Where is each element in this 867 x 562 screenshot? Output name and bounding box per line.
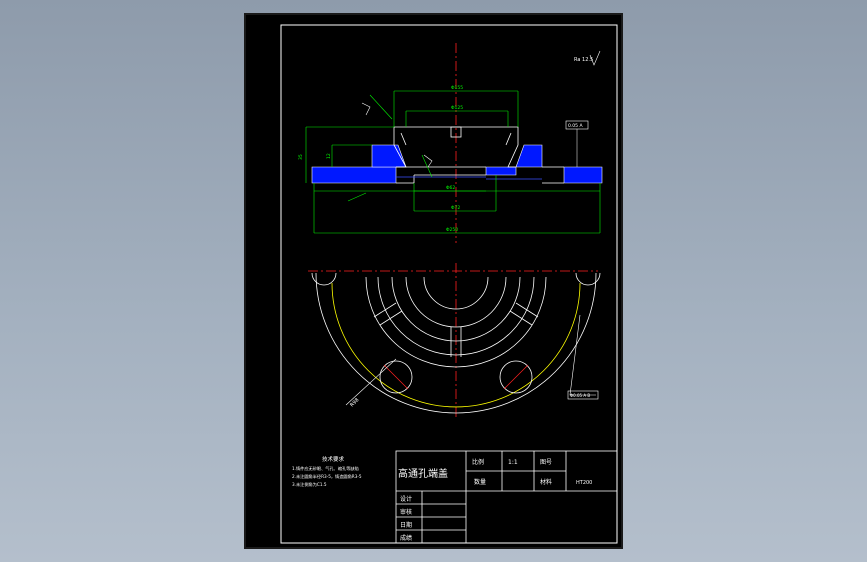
scale-value: 1:1 <box>508 459 518 466</box>
tech-requirements: 技术要求 1.铸件应无砂眼、气孔、缩孔等缺陷 2.未注圆角半径R3-5，铸造圆角… <box>292 455 362 488</box>
dim-h-step: 12 <box>326 153 332 159</box>
dim-d-bore: Φ72 <box>451 205 460 211</box>
design-label: 设计 <box>400 495 412 503</box>
scale-label: 比例 <box>472 458 484 466</box>
dim-h-total: 35 <box>298 154 304 160</box>
check-label: 审核 <box>400 508 412 516</box>
tech-item-3: 3.未注倒角为C1.5 <box>292 481 327 488</box>
material-label: 材料 <box>540 478 552 486</box>
tech-heading: 技术要求 <box>322 455 345 463</box>
tolerance-text: 0.05 A <box>568 123 583 129</box>
tech-item-1: 1.铸件应无砂眼、气孔、缩孔等缺陷 <box>292 465 359 472</box>
section-view <box>311 126 603 184</box>
date-label: 日期 <box>400 521 412 529</box>
dim-d-top: Φ155 <box>451 85 463 91</box>
position-text: Φ0.05 A B <box>570 393 590 398</box>
cad-drawing: Φ155 Φ125 Φ62 Φ72 Φ250 35 12 Ra 12.5 0.0… <box>280 24 618 544</box>
dim-pcd: R98 <box>349 397 360 408</box>
material-value: HT200 <box>576 480 592 486</box>
roughness-symbol-3 <box>423 154 433 168</box>
grade-label: 成绩 <box>400 534 412 542</box>
hidden-lines <box>396 176 542 180</box>
roughness-symbol-2 <box>361 102 371 116</box>
dim-d-inner: Φ62 <box>446 185 455 191</box>
drawing-sheet: Φ155 Φ125 Φ62 Φ72 Φ250 35 12 Ra 12.5 0.0… <box>244 13 623 549</box>
drawing-no-label: 图号 <box>540 459 552 466</box>
qty-label: 数量 <box>474 478 486 486</box>
title-block <box>395 450 618 544</box>
dim-d-outer: Φ250 <box>446 227 458 233</box>
part-title: 高通孔端盖 <box>398 467 448 480</box>
dim-d-mid: Φ125 <box>451 105 463 111</box>
tech-item-2: 2.未注圆角半径R3-5，铸造圆角R3-5 <box>292 473 362 480</box>
dimension-lines <box>305 90 601 234</box>
roughness-note: Ra 12.5 <box>574 57 593 63</box>
